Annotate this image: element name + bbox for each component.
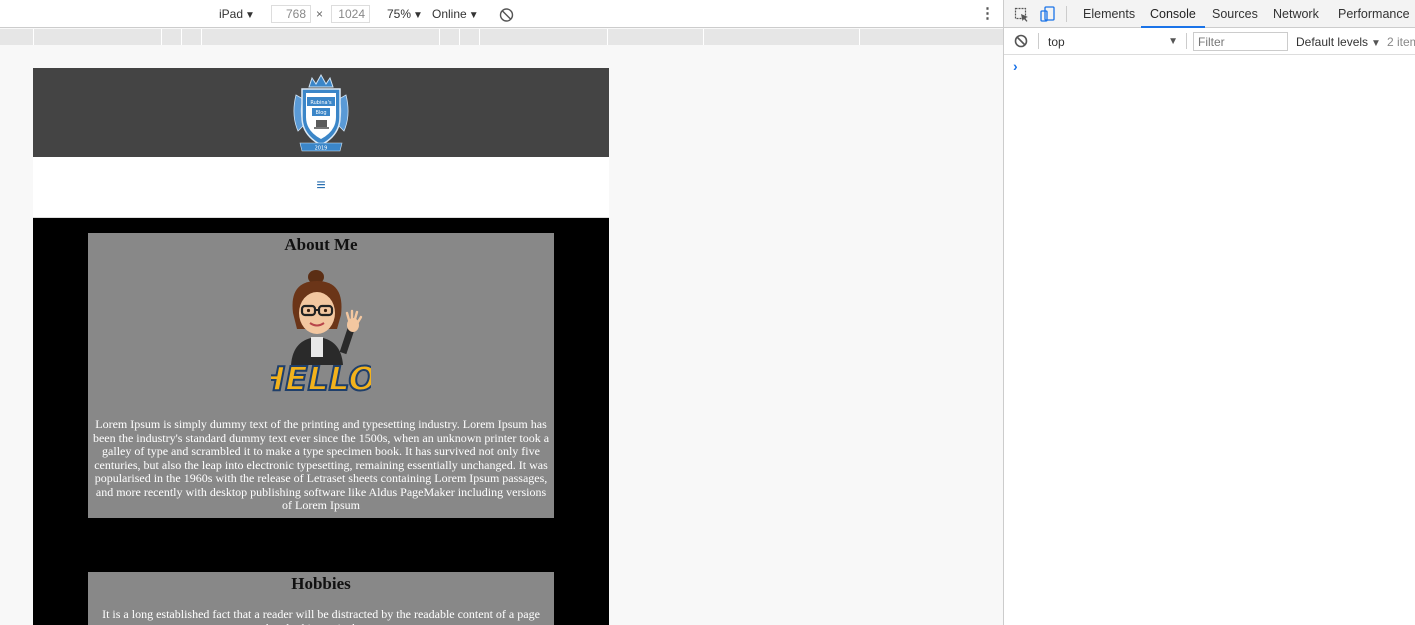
toolbar-divider xyxy=(1186,33,1187,49)
logo-bottom-text: Blog xyxy=(315,110,326,116)
devtools-panel: Elements Console Sources Network Perform… xyxy=(1003,0,1415,625)
zoom-select[interactable]: 75% ▼ xyxy=(387,6,423,22)
hamburger-menu-icon[interactable]: ≡ xyxy=(312,177,330,195)
rotate-icon[interactable] xyxy=(499,7,514,23)
log-levels-select[interactable]: Default levels ▼ xyxy=(1296,34,1381,52)
site-navigation: ≡ xyxy=(33,157,609,218)
device-emulation-pane: iPad ▼ 768 × 1024 75% ▼ Online ▼ ⋮ Rubin… xyxy=(0,0,1003,625)
tab-sources[interactable]: Sources xyxy=(1212,0,1258,28)
avatar-hello-text: HELLO xyxy=(271,359,371,398)
tab-network[interactable]: Network xyxy=(1273,0,1319,28)
hobbies-card: Hobbies It is a long established fact th… xyxy=(88,572,554,625)
device-toolbar: iPad ▼ 768 × 1024 75% ▼ Online ▼ ⋮ xyxy=(0,0,1003,28)
console-prompt-icon[interactable]: › xyxy=(1013,58,1018,74)
blog-logo-crest[interactable]: Rubina's Blog 2019 xyxy=(290,73,352,153)
toolbar-divider xyxy=(1038,33,1039,49)
page-content: About Me ELLO Lorem Ipsum is simply dumm… xyxy=(33,218,609,625)
console-filter-input[interactable] xyxy=(1193,32,1288,51)
emulated-page: Rubina's Blog 2019 ≡ About Me ELLO Lorem… xyxy=(33,68,609,625)
devtools-tabbar: Elements Console Sources Network Perform… xyxy=(1004,0,1415,28)
dropdown-arrow-icon: ▼ xyxy=(245,10,255,21)
height-input[interactable]: 1024 xyxy=(331,5,370,23)
about-me-paragraph: Lorem Ipsum is simply dummy text of the … xyxy=(92,417,550,512)
context-value: top xyxy=(1048,35,1065,49)
device-toggle-icon[interactable] xyxy=(1040,6,1056,22)
bitmoji-avatar-image: HELLO xyxy=(271,270,371,399)
dropdown-arrow-icon: ▼ xyxy=(413,10,423,21)
network-value: Online xyxy=(432,7,467,21)
tab-performance[interactable]: Performance xyxy=(1338,0,1410,28)
dropdown-arrow-icon: ▼ xyxy=(1168,36,1178,47)
device-name: iPad xyxy=(219,7,244,21)
tab-console[interactable]: Console xyxy=(1141,0,1205,28)
select-element-icon[interactable] xyxy=(1014,7,1029,22)
site-header: Rubina's Blog 2019 xyxy=(33,68,609,157)
tab-elements[interactable]: Elements xyxy=(1083,0,1135,28)
console-toolbar: top ▼ Default levels▼ 2 items xyxy=(1004,28,1415,55)
about-me-title: About Me xyxy=(284,235,358,254)
hobbies-paragraph: It is a long established fact that a rea… xyxy=(102,607,540,625)
dimension-separator: × xyxy=(316,7,324,21)
log-levels-value: Default levels xyxy=(1296,35,1369,49)
device-select[interactable]: iPad ▼ xyxy=(219,6,255,22)
dropdown-arrow-icon: ▼ xyxy=(1371,38,1381,49)
media-query-ruler[interactable] xyxy=(0,29,1003,45)
clear-console-icon[interactable] xyxy=(1014,34,1028,48)
more-options-icon[interactable]: ⋮ xyxy=(980,6,995,22)
dropdown-arrow-icon: ▼ xyxy=(468,10,479,21)
tabbar-divider xyxy=(1066,6,1067,22)
width-input[interactable]: 768 xyxy=(271,5,311,23)
about-me-card: About Me ELLO Lorem Ipsum is simply dumm… xyxy=(88,233,554,518)
logo-top-text: Rubina's xyxy=(310,100,332,106)
network-throttle-select[interactable]: Online ▼ xyxy=(432,6,479,22)
context-select[interactable]: top ▼ xyxy=(1048,34,1182,50)
message-count: 2 items xyxy=(1387,35,1415,49)
zoom-value: 75% xyxy=(387,7,412,21)
hobbies-title: Hobbies xyxy=(291,574,351,593)
logo-ribbon-text: 2019 xyxy=(315,146,328,152)
